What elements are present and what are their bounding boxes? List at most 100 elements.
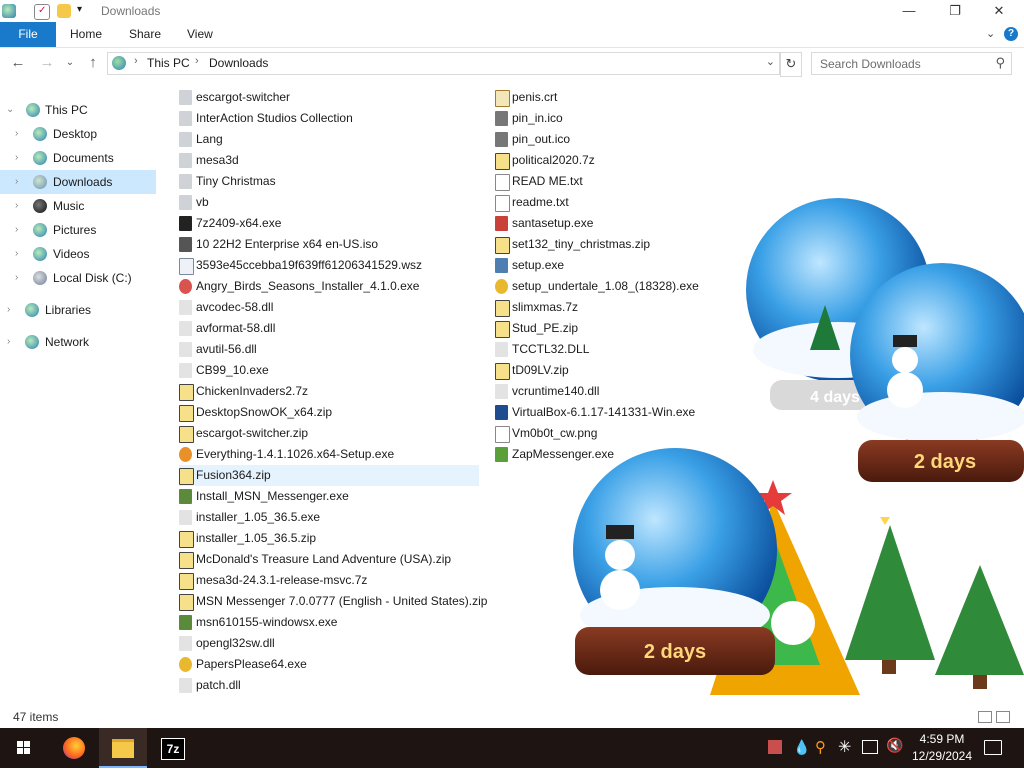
tab-view[interactable]: View xyxy=(187,22,213,47)
list-item[interactable]: DesktopSnowOK_x64.zip xyxy=(179,402,479,423)
list-item[interactable]: readme.txt xyxy=(495,192,735,213)
list-item[interactable]: patch.dll xyxy=(179,675,479,696)
file-explorer-taskbar-button[interactable] xyxy=(99,728,147,768)
tab-home[interactable]: Home xyxy=(70,22,102,47)
list-item[interactable]: vb xyxy=(179,192,479,213)
quick-access-dropdown-icon[interactable]: ▾ xyxy=(77,4,82,15)
list-item[interactable]: avcodec-58.dll xyxy=(179,297,479,318)
nav-desktop[interactable]: › Desktop xyxy=(0,122,156,146)
nav-network[interactable]: › Network xyxy=(0,330,156,354)
list-item[interactable]: ZapMessenger.exe xyxy=(495,444,735,465)
list-item[interactable]: Lang xyxy=(179,129,479,150)
list-item[interactable]: setup.exe xyxy=(495,255,735,276)
network-status-icon[interactable] xyxy=(862,740,878,754)
breadcrumb-this-pc[interactable]: This PC xyxy=(147,56,190,70)
list-item[interactable]: PapersPlease64.exe xyxy=(179,654,479,675)
address-dropdown-icon[interactable]: ⌄ xyxy=(766,55,775,68)
recent-locations-icon[interactable]: ⌄ xyxy=(60,52,80,74)
list-item[interactable]: escargot-switcher.zip xyxy=(179,423,479,444)
list-item[interactable]: Everything-1.4.1.1026.x64-Setup.exe xyxy=(179,444,479,465)
tray-snowflake-icon[interactable]: ✳ xyxy=(838,737,851,757)
collapsed-chevron-icon[interactable]: › xyxy=(15,122,27,146)
nav-downloads[interactable]: › Downloads xyxy=(0,170,156,194)
list-item[interactable]: 3593e45ccebba19f639ff61206341529.wsz xyxy=(179,255,479,276)
minimize-button[interactable]: — xyxy=(886,0,932,22)
breadcrumb-downloads[interactable]: Downloads xyxy=(209,56,268,70)
clock-date[interactable]: 12/29/2024 xyxy=(910,749,974,763)
collapsed-chevron-icon[interactable]: › xyxy=(15,242,27,266)
7zip-taskbar-button[interactable]: 7z xyxy=(148,728,196,768)
forward-button[interactable]: → xyxy=(37,52,57,74)
search-input[interactable] xyxy=(818,56,982,72)
list-item[interactable]: ChickenInvaders2.7z xyxy=(179,381,479,402)
nav-libraries[interactable]: › Libraries xyxy=(0,298,156,322)
help-icon[interactable]: ? xyxy=(1004,27,1018,41)
firefox-taskbar-button[interactable] xyxy=(50,728,98,768)
back-button[interactable]: ← xyxy=(8,52,28,74)
maximize-button[interactable]: ❐ xyxy=(932,0,978,22)
collapsed-chevron-icon[interactable]: › xyxy=(7,298,19,322)
ribbon-expand-icon[interactable]: ⌄ xyxy=(986,22,995,47)
list-item[interactable]: mesa3d-24.3.1-release-msvc.7z xyxy=(179,570,479,591)
collapsed-chevron-icon[interactable]: › xyxy=(7,330,19,354)
tab-file[interactable]: File xyxy=(0,22,56,47)
tray-drop-icon[interactable]: 💧 xyxy=(793,739,810,756)
expanded-chevron-icon[interactable]: ⌄ xyxy=(6,98,18,122)
list-item[interactable]: escargot-switcher xyxy=(179,87,479,108)
collapsed-chevron-icon[interactable]: › xyxy=(15,194,27,218)
new-folder-icon[interactable] xyxy=(57,4,71,18)
list-item[interactable]: pin_in.ico xyxy=(495,108,735,129)
tray-gift-icon[interactable] xyxy=(768,740,782,754)
address-bar[interactable]: › This PC › Downloads ⌄ xyxy=(107,52,780,75)
list-item[interactable]: avformat-58.dll xyxy=(179,318,479,339)
collapsed-chevron-icon[interactable]: › xyxy=(15,146,27,170)
notifications-icon[interactable] xyxy=(984,740,1002,755)
list-item[interactable]: Fusion364.zip xyxy=(179,465,479,486)
list-item[interactable]: 7z2409-x64.exe xyxy=(179,213,479,234)
list-item[interactable]: Install_MSN_Messenger.exe xyxy=(179,486,479,507)
search-box[interactable]: ⚲ xyxy=(811,52,1012,75)
list-item[interactable]: opengl32sw.dll xyxy=(179,633,479,654)
list-item[interactable]: InterAction Studios Collection xyxy=(179,108,479,129)
close-button[interactable]: ✕ xyxy=(976,0,1022,22)
collapsed-chevron-icon[interactable]: › xyxy=(15,218,27,242)
tray-search-icon[interactable]: ⚲ xyxy=(815,738,826,756)
nav-music[interactable]: › Music xyxy=(0,194,156,218)
list-item[interactable]: tD09LV.zip xyxy=(495,360,735,381)
volume-muted-icon[interactable]: 🔇 xyxy=(886,737,903,754)
list-item[interactable]: installer_1.05_36.5.zip xyxy=(179,528,479,549)
nav-documents[interactable]: › Documents xyxy=(0,146,156,170)
list-item[interactable]: installer_1.05_36.5.exe xyxy=(179,507,479,528)
list-item[interactable]: msn610155-windowsx.exe xyxy=(179,612,479,633)
start-button[interactable] xyxy=(0,728,48,768)
list-item[interactable]: VirtualBox-6.1.17-141331-Win.exe xyxy=(495,402,735,423)
details-view-icon[interactable] xyxy=(978,711,992,723)
nav-local-disk[interactable]: › Local Disk (C:) xyxy=(0,266,156,290)
list-item[interactable]: Tiny Christmas xyxy=(179,171,479,192)
nav-this-pc[interactable]: ⌄ This PC xyxy=(0,98,156,122)
list-item[interactable]: political2020.7z xyxy=(495,150,735,171)
list-item[interactable]: santasetup.exe xyxy=(495,213,735,234)
list-item[interactable]: mesa3d xyxy=(179,150,479,171)
refresh-button[interactable]: ↻ xyxy=(780,52,802,77)
list-item[interactable]: slimxmas.7z xyxy=(495,297,735,318)
list-item[interactable]: vcruntime140.dll xyxy=(495,381,735,402)
nav-pictures[interactable]: › Pictures xyxy=(0,218,156,242)
list-item[interactable]: READ ME.txt xyxy=(495,171,735,192)
explorer-app-icon[interactable] xyxy=(2,4,16,18)
list-item[interactable]: CB99_10.exe xyxy=(179,360,479,381)
list-item[interactable]: penis.crt xyxy=(495,87,735,108)
properties-icon[interactable]: ✓ xyxy=(34,4,50,20)
list-item[interactable]: McDonald's Treasure Land Adventure (USA)… xyxy=(179,549,479,570)
breadcrumb-separator-icon[interactable]: › xyxy=(195,55,199,67)
nav-videos[interactable]: › Videos xyxy=(0,242,156,266)
list-item[interactable]: 10 22H2 Enterprise x64 en-US.iso xyxy=(179,234,479,255)
list-item[interactable]: TCCTL32.DLL xyxy=(495,339,735,360)
large-icons-view-icon[interactable] xyxy=(996,711,1010,723)
clock-time[interactable]: 4:59 PM xyxy=(910,732,974,746)
up-button[interactable]: ↑ xyxy=(83,52,103,74)
collapsed-chevron-icon[interactable]: › xyxy=(15,170,27,194)
list-item[interactable]: Angry_Birds_Seasons_Installer_4.1.0.exe xyxy=(179,276,479,297)
list-item[interactable]: avutil-56.dll xyxy=(179,339,479,360)
tab-share[interactable]: Share xyxy=(129,22,161,47)
